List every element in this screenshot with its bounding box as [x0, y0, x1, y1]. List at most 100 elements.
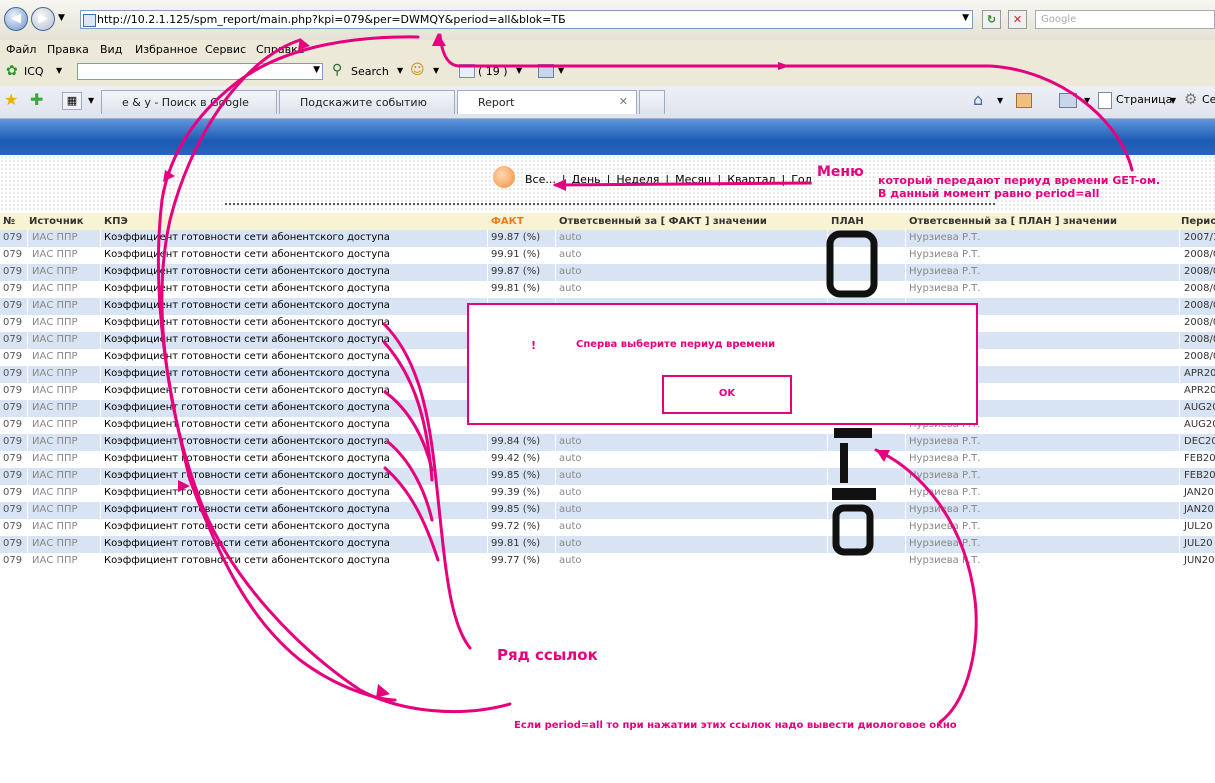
column-separator: [27, 485, 28, 502]
row-kpi-link[interactable]: Коэффициент готовности сети абонентского…: [104, 555, 390, 566]
menu-tools[interactable]: Сервис: [205, 43, 246, 56]
dialog-ok-button[interactable]: OK: [662, 375, 792, 414]
row-period: JUL20: [1184, 538, 1213, 549]
row-kpi-link[interactable]: Коэффициент готовности сети абонентского…: [104, 249, 390, 260]
nav-day[interactable]: День: [572, 173, 601, 186]
column-separator: [27, 264, 28, 281]
table-row: 079 ИАС ППР Коэффициент готовности сети аб…: [0, 281, 1215, 298]
column-separator: [1179, 434, 1180, 451]
add-favorite-icon[interactable]: ✚: [30, 90, 43, 109]
column-separator: [905, 281, 906, 298]
col-period: Период: [1181, 216, 1215, 227]
row-source: ИАС ППР: [32, 266, 78, 277]
quick-tabs-icon[interactable]: ▦: [62, 92, 82, 110]
row-kpi-link[interactable]: Коэффициент готовности сети абонентского…: [104, 334, 390, 345]
tab-google[interactable]: е & у - Поиск в Google: [101, 90, 277, 114]
row-kpi-link[interactable]: Коэффициент готовности сети абонентского…: [104, 283, 390, 294]
row-source: ИАС ППР: [32, 300, 78, 311]
search-input[interactable]: Google: [1035, 10, 1215, 29]
row-resp-plan: Нурзиева Р.Т.: [909, 538, 981, 549]
address-dropdown-icon[interactable]: ▼: [962, 13, 969, 23]
row-kpi-link[interactable]: Коэффициент готовности сети абонентского…: [104, 521, 390, 532]
gear-icon[interactable]: ⚙: [1184, 90, 1197, 108]
forward-button[interactable]: ▶: [31, 7, 55, 31]
menu-file[interactable]: Файл: [6, 43, 36, 56]
row-resp-plan: Нурзиева Р.Т.: [909, 232, 981, 243]
print-dropdown-icon[interactable]: ▼: [558, 66, 564, 75]
row-fact: 99.72 (%): [491, 521, 541, 532]
stop-icon[interactable]: ✕: [1008, 10, 1027, 29]
menu-view[interactable]: Вид: [100, 43, 122, 56]
row-kpi-link[interactable]: Коэффициент готовности сети абонентского…: [104, 300, 390, 311]
row-kpi-link[interactable]: Коэффициент готовности сети абонентского…: [104, 351, 390, 362]
tab-list-dropdown-icon[interactable]: ▼: [88, 96, 94, 105]
nav-month[interactable]: Месяц: [675, 173, 711, 186]
favorites-star-icon[interactable]: ★: [4, 90, 18, 109]
row-kpi-link[interactable]: Коэффициент готовности сети абонентского…: [104, 317, 390, 328]
row-kpi-link[interactable]: Коэффициент готовности сети абонентского…: [104, 385, 390, 396]
new-tab-button[interactable]: [639, 90, 665, 114]
search-dropdown-icon[interactable]: ▼: [397, 66, 403, 75]
home-dropdown-icon[interactable]: ▼: [997, 96, 1003, 105]
page-dropdown-icon[interactable]: ▼: [1170, 96, 1176, 105]
nav-quarter[interactable]: Квартал: [727, 173, 775, 186]
column-separator: [1179, 417, 1180, 434]
icq-dropdown-icon[interactable]: ▼: [56, 66, 62, 75]
mail-dropdown-icon[interactable]: ▼: [516, 66, 522, 75]
close-tab-icon[interactable]: ✕: [619, 95, 628, 108]
nav-week[interactable]: Неделя: [616, 173, 659, 186]
row-kpi-link[interactable]: Коэффициент готовности сети абонентского…: [104, 538, 390, 549]
page-menu-button[interactable]: Страница: [1116, 93, 1172, 106]
mail-icon[interactable]: [459, 64, 475, 78]
smiley-dropdown-icon[interactable]: ▼: [433, 66, 439, 75]
column-separator: [1179, 485, 1180, 502]
row-kpi-link[interactable]: Коэффициент готовности сети абонентского…: [104, 470, 390, 481]
menu-edit[interactable]: Правка: [47, 43, 89, 56]
column-separator: [555, 502, 556, 519]
row-kpi-link[interactable]: Коэффициент готовности сети абонентского…: [104, 436, 390, 447]
toolbar-search-input[interactable]: ▼: [77, 63, 323, 80]
row-kpi-link[interactable]: Коэффициент готовности сети абонентского…: [104, 487, 390, 498]
row-kpi-link[interactable]: Коэффициент готовности сети абонентского…: [104, 232, 390, 243]
row-fact: 99.77 (%): [491, 555, 541, 566]
refresh-icon[interactable]: ↻: [982, 10, 1001, 29]
tab-forum[interactable]: Подскажите событию: [279, 90, 455, 114]
column-separator: [905, 502, 906, 519]
feeds-icon[interactable]: [1016, 93, 1032, 108]
column-separator: [555, 485, 556, 502]
row-resp-fact: auto: [559, 487, 582, 498]
row-resp-plan: Нурзиева Р.Т.: [909, 436, 981, 447]
row-fact: 99.85 (%): [491, 504, 541, 515]
row-kpi-link[interactable]: Коэффициент готовности сети абонентского…: [104, 419, 390, 430]
tab-report[interactable]: Report ✕: [457, 90, 637, 114]
history-dropdown-icon[interactable]: ▼: [58, 13, 65, 23]
column-separator: [555, 519, 556, 536]
menu-favorites[interactable]: Избранное: [135, 43, 197, 56]
row-kpi-link[interactable]: Коэффициент готовности сети абонентского…: [104, 453, 390, 464]
toolbar-dropdown-icon[interactable]: ▼: [313, 65, 320, 75]
toolbar-search-button[interactable]: Search: [351, 65, 389, 78]
row-kpi-link[interactable]: Коэффициент готовности сети абонентского…: [104, 266, 390, 277]
column-separator: [27, 281, 28, 298]
column-separator: [487, 434, 488, 451]
printer-icon[interactable]: [1059, 93, 1077, 108]
column-separator: [1179, 298, 1180, 315]
print-icon[interactable]: [538, 64, 554, 78]
printer-dropdown-icon[interactable]: ▼: [1084, 96, 1090, 105]
icq-flower-icon: ✿: [6, 63, 18, 79]
home-icon[interactable]: ⌂: [973, 90, 983, 109]
row-kpi-link[interactable]: Коэффициент готовности сети абонентского…: [104, 368, 390, 379]
icq-label[interactable]: ICQ: [24, 65, 44, 78]
smiley-icon[interactable]: ☺: [410, 62, 425, 78]
menu-help[interactable]: Справка: [256, 43, 304, 56]
nav-all[interactable]: Все...: [525, 173, 556, 186]
row-period: DEC20: [1184, 436, 1215, 447]
row-kpi-link[interactable]: Коэффициент готовности сети абонентского…: [104, 504, 390, 515]
mail-count[interactable]: ( 19 ): [478, 65, 508, 78]
column-separator: [27, 400, 28, 417]
nav-year[interactable]: Год: [791, 173, 812, 186]
address-bar[interactable]: http://10.2.1.125/spm_report/main.php?kp…: [80, 10, 973, 29]
tools-menu-button[interactable]: Се: [1202, 93, 1215, 106]
back-button[interactable]: ◀: [4, 7, 28, 31]
row-kpi-link[interactable]: Коэффициент готовности сети абонентского…: [104, 402, 390, 413]
